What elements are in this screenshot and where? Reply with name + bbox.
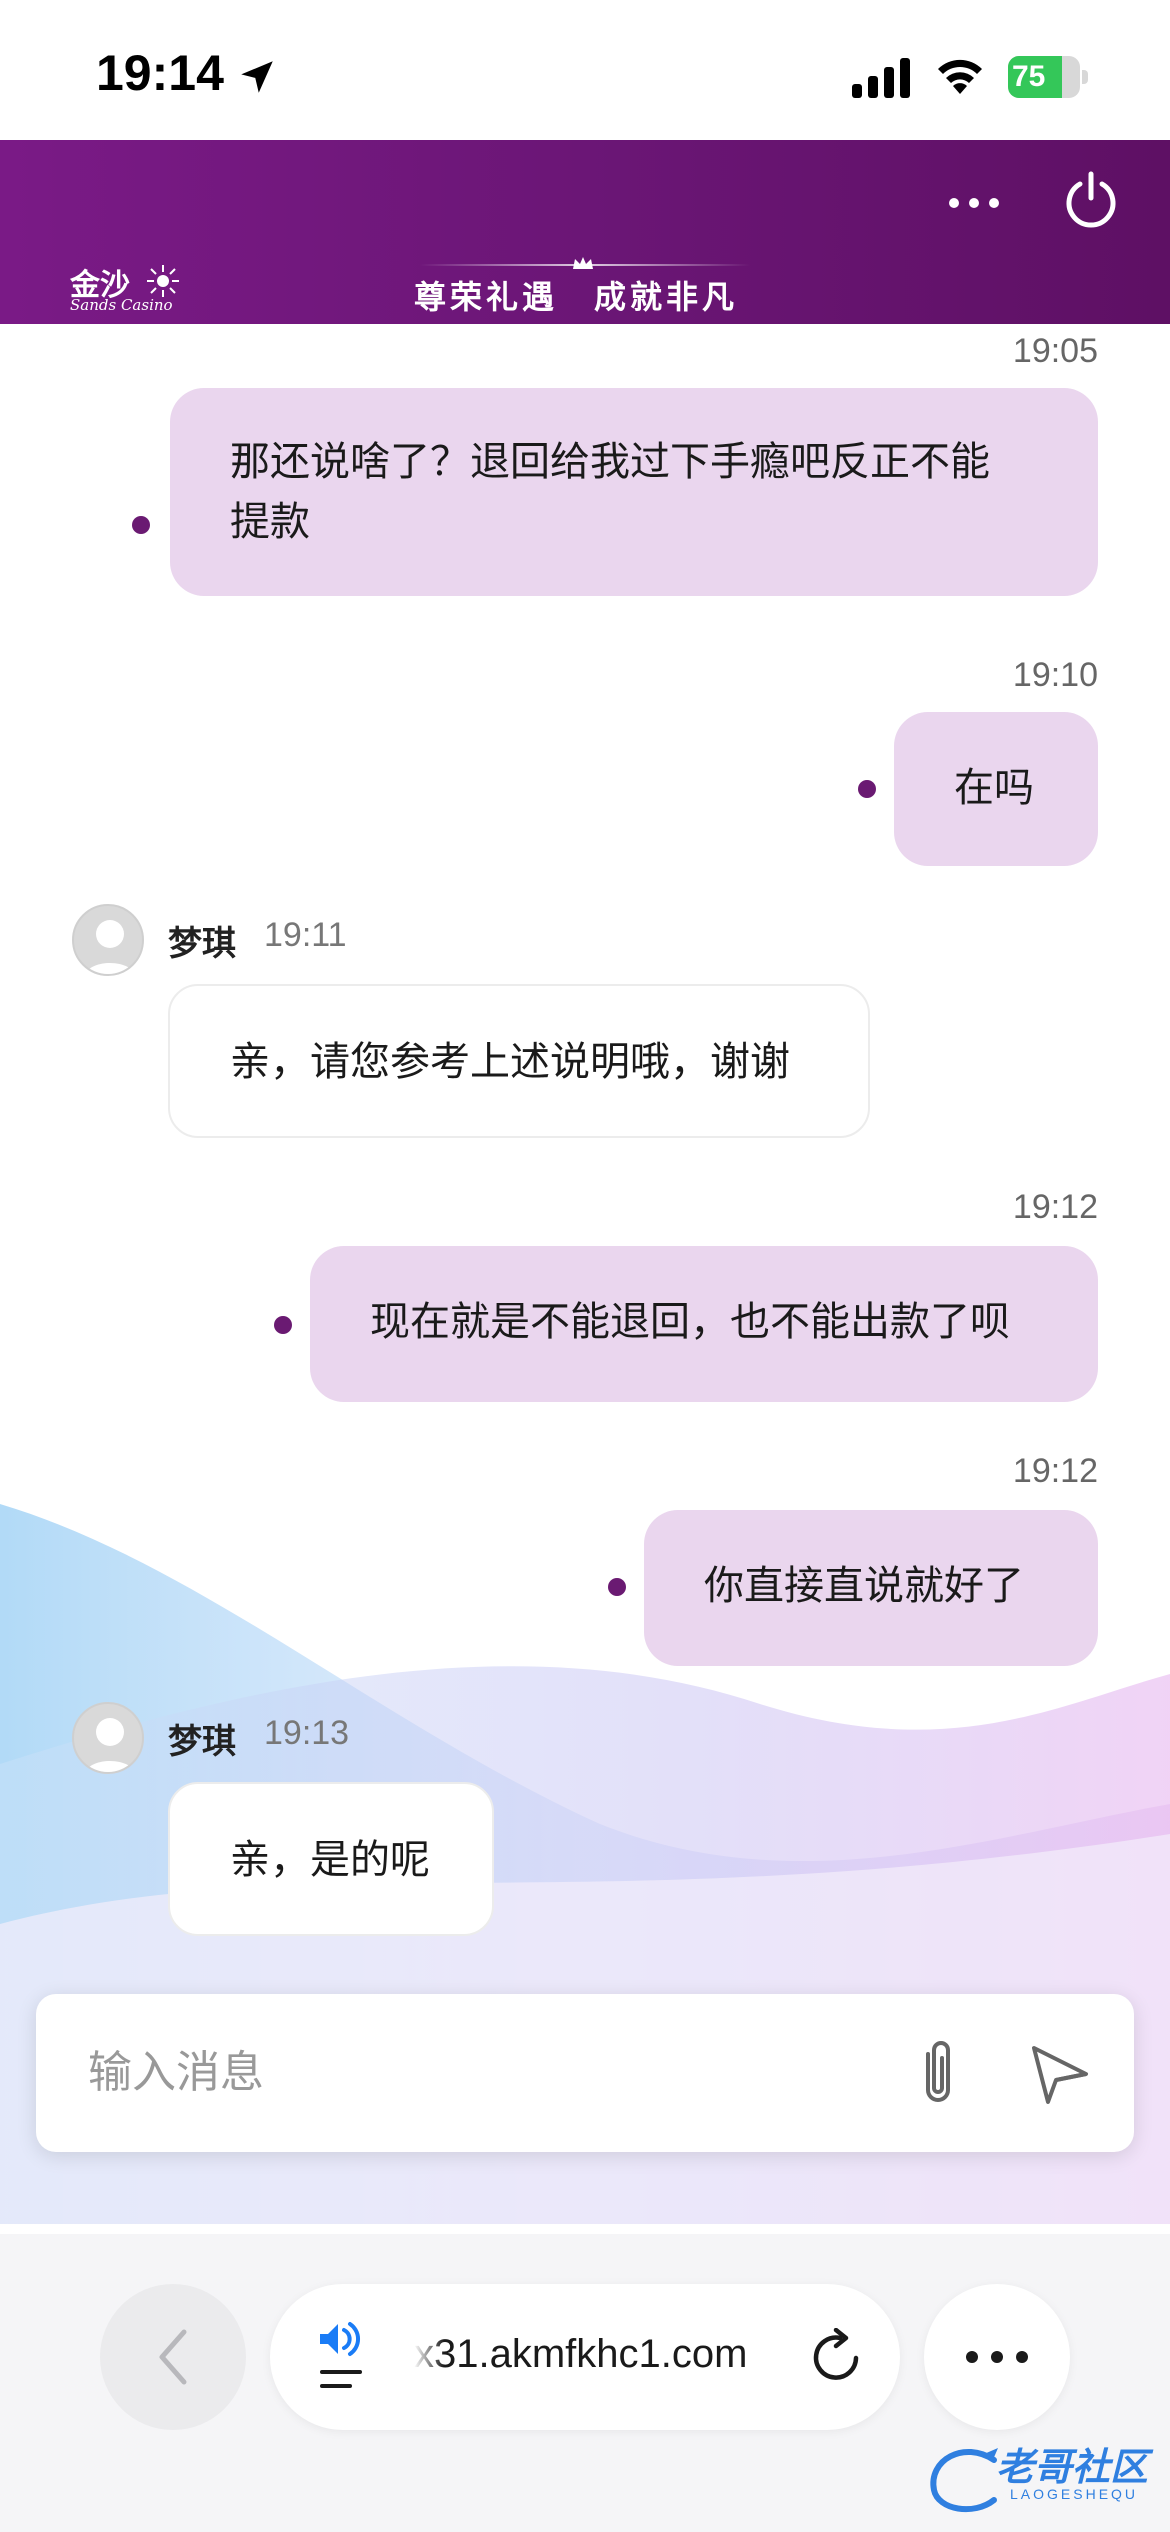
watermark: 老哥社区 LAOGESHEQU bbox=[924, 2436, 1164, 2526]
more-icon[interactable] bbox=[944, 188, 1004, 218]
app-header: 金沙 Sands Casino 尊荣礼遇 成就非凡 bbox=[0, 140, 1170, 324]
slogan-right: 成就非凡 bbox=[594, 278, 739, 316]
avatar bbox=[72, 904, 144, 976]
avatar bbox=[72, 1702, 144, 1774]
message-text: 亲，请您参考上述说明哦，谢谢 bbox=[230, 1039, 790, 1085]
incoming-message[interactable]: 亲，请您参考上述说明哦，谢谢 bbox=[168, 984, 870, 1138]
unread-dot bbox=[608, 1578, 626, 1596]
outgoing-message[interactable]: 在吗 bbox=[894, 712, 1098, 866]
slogan-left: 尊荣礼遇 bbox=[414, 278, 559, 316]
outgoing-message[interactable]: 你直接直说就好了 bbox=[644, 1510, 1098, 1666]
slogan: 尊荣礼遇 成就非凡 bbox=[414, 272, 764, 322]
outgoing-message[interactable]: 那还说啥了？退回给我过下手瘾吧反正不能 提款 bbox=[170, 388, 1098, 596]
logo-en: Sands Casino bbox=[70, 296, 173, 314]
message-text: 亲，是的呢 bbox=[230, 1837, 430, 1883]
unread-dot bbox=[274, 1316, 292, 1334]
user-avatar-icon bbox=[85, 920, 135, 974]
paperclip-icon[interactable] bbox=[908, 2038, 968, 2110]
ellipsis-icon bbox=[966, 2351, 1028, 2363]
status-time: 19:14 bbox=[96, 45, 224, 101]
dragon-logo-icon bbox=[930, 2448, 998, 2513]
watermark-en: LAOGESHEQU bbox=[1010, 2486, 1139, 2502]
power-icon[interactable] bbox=[1062, 170, 1120, 228]
chat-area[interactable]: 19:05 那还说啥了？退回给我过下手瘾吧反正不能 提款 19:10 在吗 梦琪… bbox=[0, 324, 1170, 2234]
chevron-left-icon bbox=[159, 2329, 187, 2385]
address-bar[interactable]: x31.akmfkhc1.com bbox=[270, 2284, 900, 2430]
message-text-line: 那还说啥了？退回给我过下手瘾吧反正不能 bbox=[230, 439, 990, 485]
brand-logo: 金沙 Sands Casino bbox=[70, 260, 190, 316]
crown-icon bbox=[573, 257, 593, 269]
battery-indicator: 75 bbox=[1008, 56, 1088, 98]
message-timestamp: 19:13 bbox=[264, 1714, 350, 1752]
message-timestamp: 19:12 bbox=[1012, 1452, 1098, 1490]
message-text: 在吗 bbox=[954, 765, 1034, 811]
message-text: 你直接直说就好了 bbox=[704, 1563, 1024, 1609]
location-arrow-icon bbox=[241, 61, 273, 93]
message-timestamp: 19:12 bbox=[1012, 1188, 1098, 1226]
message-timestamp: 19:05 bbox=[1012, 332, 1098, 370]
message-text: 现在就是不能退回，也不能出款了呗 bbox=[370, 1299, 1010, 1345]
unread-dot bbox=[132, 516, 150, 534]
back-button[interactable] bbox=[100, 2284, 246, 2430]
message-timestamp: 19:10 bbox=[1012, 656, 1098, 694]
watermark-cn: 老哥社区 bbox=[996, 2445, 1149, 2489]
signal-icon bbox=[852, 58, 910, 98]
message-timestamp: 19:11 bbox=[264, 916, 347, 954]
send-icon[interactable] bbox=[1026, 2040, 1092, 2106]
unread-dot bbox=[858, 780, 876, 798]
battery-text: 75 bbox=[1012, 60, 1046, 93]
message-input[interactable] bbox=[88, 2032, 888, 2112]
url-text: x31.akmfkhc1.com bbox=[414, 2332, 748, 2376]
browser-menu-button[interactable] bbox=[924, 2284, 1070, 2430]
audio-icon bbox=[320, 2322, 362, 2388]
message-text-line: 提款 bbox=[230, 499, 310, 545]
sender-name: 梦琪 bbox=[168, 1722, 236, 1762]
status-bar: 19:14 75 bbox=[0, 0, 1170, 140]
incoming-message[interactable]: 亲，是的呢 bbox=[168, 1782, 494, 1936]
message-composer bbox=[36, 1994, 1134, 2152]
wifi-icon bbox=[938, 59, 982, 94]
reload-icon[interactable] bbox=[810, 2328, 866, 2388]
sun-logo-icon bbox=[147, 265, 179, 297]
sender-name: 梦琪 bbox=[168, 924, 236, 964]
outgoing-message[interactable]: 现在就是不能退回，也不能出款了呗 bbox=[310, 1246, 1098, 1402]
